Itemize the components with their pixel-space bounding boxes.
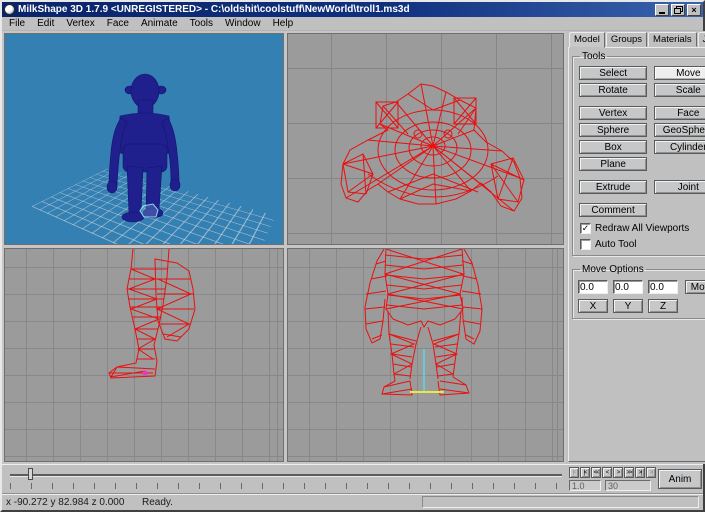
tool-box-button[interactable]: Box: [579, 140, 647, 154]
panel-tabs: Model Groups Materials Joints: [568, 32, 705, 47]
viewport-top-wireframe[interactable]: [287, 33, 564, 245]
minimize-button[interactable]: [655, 4, 669, 16]
axis-y-button[interactable]: Y: [613, 299, 643, 313]
move-options-groupbox: Move Options Move X Y Z: [572, 264, 705, 319]
model-tab-body: Tools Select Move Rotate Scale Vertex Fa…: [568, 47, 705, 462]
troll-model-shaded: [5, 34, 284, 245]
tab-joints[interactable]: Joints: [698, 32, 705, 47]
minimize-icon: [659, 12, 665, 14]
timeline-track[interactable]: [10, 474, 562, 476]
viewport-3d-perspective[interactable]: [4, 33, 284, 245]
tool-sphere-button[interactable]: Sphere: [579, 123, 647, 137]
timeline-ticks: [10, 483, 562, 489]
redraw-all-viewports-row: ✓ Redraw All Viewports: [580, 223, 705, 234]
restore-button[interactable]: [671, 4, 685, 16]
tool-extrude-button[interactable]: Extrude: [579, 180, 647, 194]
tool-geosphere-button[interactable]: GeoSphere: [654, 123, 705, 137]
next-keyframe-button[interactable]: >|: [635, 467, 645, 478]
troll-head-wireframe: [288, 34, 564, 245]
fast-forward-button[interactable]: >>: [624, 467, 634, 478]
tool-face-button[interactable]: Face: [654, 106, 705, 120]
tool-scale-button[interactable]: Scale: [654, 83, 705, 97]
menu-vertex[interactable]: Vertex: [60, 17, 100, 30]
redraw-all-viewports-checkbox[interactable]: ✓: [580, 223, 591, 234]
move-x-field[interactable]: [578, 280, 608, 294]
status-right-panel: [422, 496, 699, 508]
cursor-coordinates: x -90.272 y 82.984 z 0.000: [6, 497, 124, 508]
tools-groupbox-label: Tools: [580, 51, 607, 62]
frame-fields: [569, 480, 651, 491]
auto-tool-row: Auto Tool: [580, 239, 705, 250]
go-first-frame-button[interactable]: |<: [569, 467, 579, 478]
axis-x-button[interactable]: X: [578, 299, 608, 313]
menu-tools[interactable]: Tools: [184, 17, 219, 30]
status-bar: x -90.272 y 82.984 z 0.000 Ready.: [2, 493, 703, 510]
restore-icon: [674, 6, 682, 13]
tool-select-button[interactable]: Select: [579, 66, 647, 80]
move-apply-button[interactable]: Move: [685, 280, 705, 294]
viewport-grid: [2, 31, 566, 464]
troll-body-wireframe: [288, 249, 564, 462]
prev-keyframe-button[interactable]: |<: [580, 467, 590, 478]
tool-vertex-button[interactable]: Vertex: [579, 106, 647, 120]
close-button[interactable]: ×: [687, 4, 701, 16]
auto-tool-checkbox[interactable]: [580, 239, 591, 250]
move-options-label: Move Options: [580, 264, 646, 275]
selected-vertex-marker: [143, 371, 147, 375]
tool-cylinder-button[interactable]: Cylinder: [654, 140, 705, 154]
total-frames-field[interactable]: [605, 480, 651, 491]
menu-edit[interactable]: Edit: [31, 17, 60, 30]
tool-joint-button[interactable]: Joint: [654, 180, 705, 194]
status-message: Ready.: [142, 497, 173, 508]
side-panel: Model Groups Materials Joints Tools Sele…: [566, 31, 705, 464]
troll-legs-wireframe: [5, 249, 284, 462]
main-area: Model Groups Materials Joints Tools Sele…: [2, 31, 703, 464]
move-z-field[interactable]: [648, 280, 678, 294]
menu-window[interactable]: Window: [219, 17, 267, 30]
viewport-side-wireframe[interactable]: [4, 248, 284, 462]
auto-tool-label: Auto Tool: [595, 239, 637, 250]
fast-rewind-button[interactable]: <<: [591, 467, 601, 478]
menu-help[interactable]: Help: [267, 17, 300, 30]
animation-timeline: |< |< << < > >> >| >| Anim: [2, 464, 703, 493]
playback-controls: |< |< << < > >> >| >|: [569, 467, 656, 478]
menu-face[interactable]: Face: [101, 17, 135, 30]
tool-move-button[interactable]: Move: [654, 66, 705, 80]
menu-animate[interactable]: Animate: [135, 17, 184, 30]
redraw-all-viewports-label: Redraw All Viewports: [595, 223, 689, 234]
anim-toggle-button[interactable]: Anim: [658, 469, 702, 489]
current-frame-field[interactable]: [569, 480, 601, 491]
tools-groupbox: Tools Select Move Rotate Scale Vertex Fa…: [572, 51, 705, 256]
menu-bar: File Edit Vertex Face Animate Tools Wind…: [2, 17, 703, 31]
tool-rotate-button[interactable]: Rotate: [579, 83, 647, 97]
go-last-frame-button[interactable]: >|: [646, 467, 656, 478]
tab-model[interactable]: Model: [569, 32, 605, 48]
menu-file[interactable]: File: [3, 17, 31, 30]
tool-comment-button[interactable]: Comment: [579, 203, 647, 217]
viewport-front-wireframe[interactable]: [287, 248, 564, 462]
milkshape-window: MilkShape 3D 1.7.9 <UNREGISTERED> - C:\o…: [0, 0, 705, 512]
close-icon: ×: [691, 5, 696, 15]
step-forward-button[interactable]: >: [613, 467, 623, 478]
milkshape-app-icon: [4, 4, 15, 15]
timeline-slider-handle[interactable]: [28, 468, 33, 480]
title-bar[interactable]: MilkShape 3D 1.7.9 <UNREGISTERED> - C:\o…: [2, 2, 703, 17]
tool-plane-button[interactable]: Plane: [579, 157, 647, 171]
move-y-field[interactable]: [613, 280, 643, 294]
tab-groups[interactable]: Groups: [606, 32, 647, 47]
axis-z-button[interactable]: Z: [648, 299, 678, 313]
step-back-button[interactable]: <: [602, 467, 612, 478]
window-title: MilkShape 3D 1.7.9 <UNREGISTERED> - C:\o…: [18, 4, 410, 15]
tab-materials[interactable]: Materials: [648, 32, 697, 47]
